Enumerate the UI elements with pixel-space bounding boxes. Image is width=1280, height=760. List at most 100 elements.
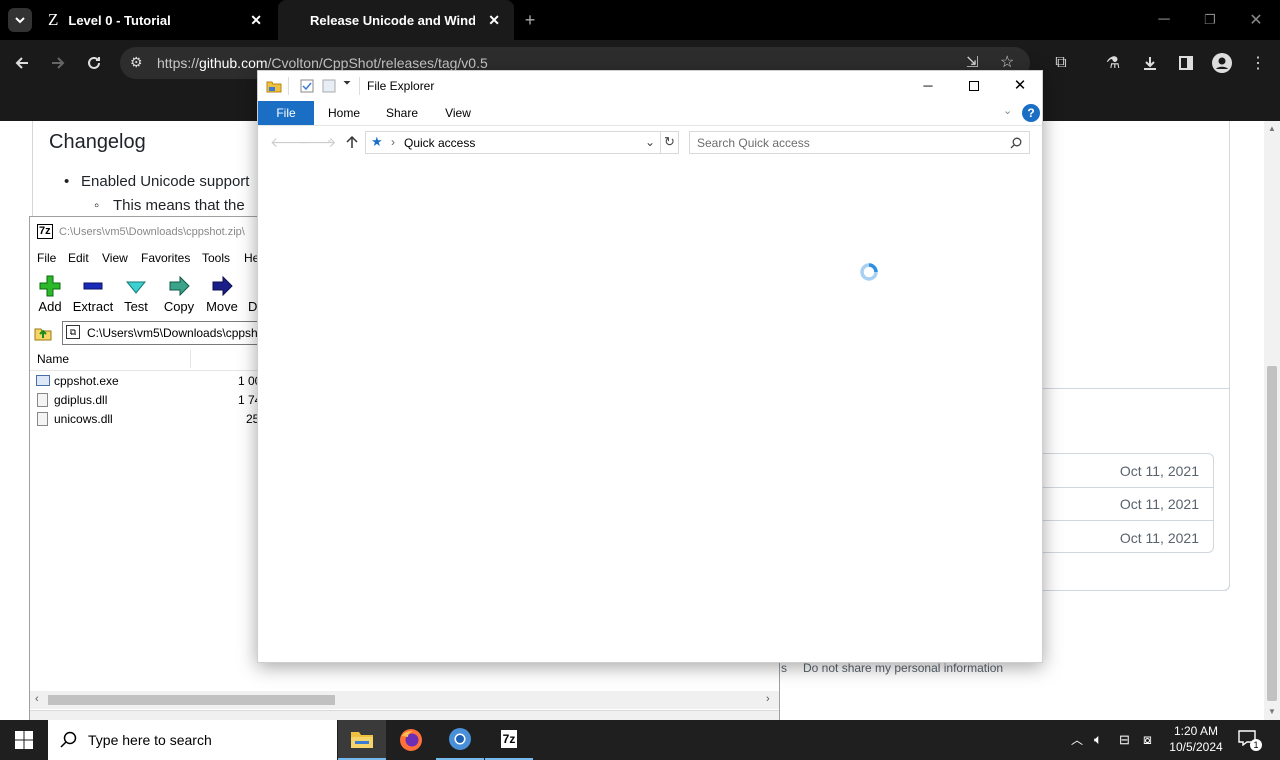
language-icon[interactable]: ⧇ — [1143, 731, 1152, 748]
scroll-down-icon[interactable]: ▼ — [1268, 707, 1276, 716]
taskbar-clock[interactable]: 1:20 AM 10/5/2024 — [1166, 722, 1226, 758]
properties-icon[interactable] — [300, 79, 314, 93]
move-button[interactable]: Move — [200, 275, 244, 317]
page-title: Changelog — [49, 131, 146, 153]
tab-file[interactable]: File — [258, 101, 314, 125]
address-dropdown-icon[interactable]: ⌄ — [645, 135, 655, 149]
column-header-name[interactable]: Name — [37, 352, 69, 366]
search-input[interactable]: Search Quick access — [689, 131, 1030, 154]
divider — [258, 125, 1042, 126]
taskbar-search[interactable]: Type here to search — [48, 720, 337, 760]
start-button[interactable] — [0, 720, 48, 760]
search-icon — [1010, 137, 1022, 149]
side-panel-button[interactable] — [1174, 51, 1198, 75]
tab-title: Release Unicode and Windows — [310, 12, 475, 28]
new-folder-icon[interactable] — [322, 79, 336, 93]
menu-button[interactable]: ⋮ — [1246, 51, 1270, 75]
refresh-icon[interactable]: ↻ — [664, 134, 675, 150]
bookmark-star-icon[interactable]: ☆ — [1000, 52, 1014, 72]
file-name: cppshot.exe — [54, 374, 119, 388]
up-arrow-icon[interactable] — [345, 135, 359, 149]
show-hidden-icons-icon[interactable]: ︿ — [1071, 731, 1083, 748]
restore-button[interactable]: ❐ — [1198, 8, 1222, 32]
7zip-logo-icon: 7z — [500, 730, 518, 748]
page-scrollbar[interactable]: ▲ ▼ — [1264, 121, 1280, 720]
privacy-link[interactable]: Do not share my personal information — [803, 661, 1003, 675]
forward-button[interactable] — [46, 51, 70, 75]
tab-close-icon[interactable]: ✕ — [488, 12, 500, 29]
close-button[interactable]: ✕ — [1002, 74, 1038, 98]
address-bar[interactable]: ★ › Quick access ⌄ ↻ — [365, 131, 679, 154]
minimize-button[interactable]: ─ — [910, 74, 946, 98]
back-button[interactable] — [10, 51, 34, 75]
horizontal-scrollbar[interactable]: ‹ › — [30, 691, 779, 709]
scroll-left-icon[interactable]: ‹ — [35, 693, 39, 705]
tab-search-button[interactable] — [8, 8, 32, 32]
expand-ribbon-icon[interactable]: ⌄ — [1003, 104, 1012, 117]
scrollbar-thumb[interactable] — [48, 695, 335, 705]
menu-file[interactable]: File — [37, 251, 56, 265]
minus-blue-icon — [83, 282, 103, 290]
file-name: unicows.dll — [54, 412, 113, 426]
new-tab-button[interactable]: + — [518, 8, 542, 32]
asset-date: Oct 11, 2021 — [1119, 463, 1199, 479]
dll-file-icon — [37, 412, 48, 426]
labs-button[interactable]: ⚗ — [1101, 51, 1125, 75]
scroll-up-icon[interactable]: ▲ — [1268, 124, 1276, 133]
minimize-button[interactable]: ─ — [1152, 8, 1176, 32]
taskbar-app-chrome[interactable] — [436, 720, 484, 760]
minimize-icon: ─ — [1158, 11, 1170, 28]
profile-button[interactable] — [1210, 51, 1234, 75]
taskbar-app-file-explorer[interactable] — [338, 720, 386, 760]
explorer-title-bar: ⏷ File Explorer ─ ✕ — [258, 71, 1042, 101]
path-text: C:\Users\vm5\Downloads\cppsh — [87, 326, 258, 340]
extensions-button[interactable]: ⧉ — [1049, 51, 1073, 75]
tab-view[interactable]: View — [434, 101, 482, 125]
help-button[interactable]: ? — [1022, 104, 1040, 122]
tab-title: Level 0 - Tutorial — [68, 12, 171, 28]
tab-level-0[interactable]: Z Level 0 - Tutorial ✕ — [40, 0, 276, 40]
up-folder-button[interactable] — [32, 321, 54, 343]
extract-button[interactable]: Extract — [71, 275, 115, 317]
menu-edit[interactable]: Edit — [68, 251, 89, 265]
reload-button[interactable] — [82, 51, 106, 75]
menu-tools[interactable]: Tools — [202, 251, 230, 265]
site-settings-icon[interactable]: ⚙ — [130, 54, 143, 71]
network-icon[interactable]: ⊟ — [1119, 732, 1130, 748]
copy-button[interactable]: Copy — [157, 275, 201, 317]
maximize-button[interactable] — [956, 74, 992, 98]
downloads-button[interactable] — [1138, 51, 1162, 75]
breadcrumb-chevron-icon: › — [391, 135, 395, 149]
recent-locations-icon[interactable]: ⌄ — [326, 135, 333, 144]
restore-icon: ❐ — [1204, 12, 1216, 27]
avatar-icon — [1212, 53, 1232, 73]
scroll-right-icon[interactable]: › — [766, 693, 770, 705]
divider — [359, 77, 360, 95]
quick-access-toolbar-dropdown-icon[interactable]: ⏷ — [343, 78, 351, 89]
bullet-icon: • — [64, 173, 70, 190]
7zip-logo-icon: 7z — [37, 224, 53, 239]
notifications-button[interactable]: 1 — [1236, 728, 1262, 752]
taskbar-app-7zip[interactable]: 7z — [485, 720, 533, 760]
footer-link-partial[interactable]: s — [781, 661, 787, 675]
menu-favorites[interactable]: Favorites — [141, 251, 190, 265]
test-button[interactable]: Test — [114, 275, 158, 317]
divider — [288, 77, 289, 95]
volume-muted-icon[interactable]: 🔈︎ — [1094, 731, 1102, 748]
url-path: /Cvolton/CppShot/releases/tag/v0.5 — [267, 55, 488, 71]
close-button[interactable]: ✕ — [1244, 8, 1268, 32]
tab-home[interactable]: Home — [320, 101, 368, 125]
tab-share[interactable]: Share — [378, 101, 426, 125]
list-item-text: Enabled Unicode support — [81, 173, 250, 190]
taskbar-app-firefox[interactable] — [387, 720, 435, 760]
tab-close-icon[interactable]: ✕ — [250, 12, 262, 29]
scrollbar-thumb[interactable] — [1267, 366, 1277, 701]
add-button[interactable]: Add — [28, 275, 72, 317]
asset-date: Oct 11, 2021 — [1119, 496, 1199, 512]
install-app-icon[interactable]: ⇲ — [966, 53, 979, 71]
search-placeholder: Type here to search — [88, 732, 212, 748]
column-divider[interactable] — [190, 350, 191, 368]
breadcrumb[interactable]: Quick access — [404, 136, 475, 150]
tab-release[interactable]: Release Unicode and Windows ✕ — [278, 0, 514, 40]
menu-view[interactable]: View — [102, 251, 128, 265]
